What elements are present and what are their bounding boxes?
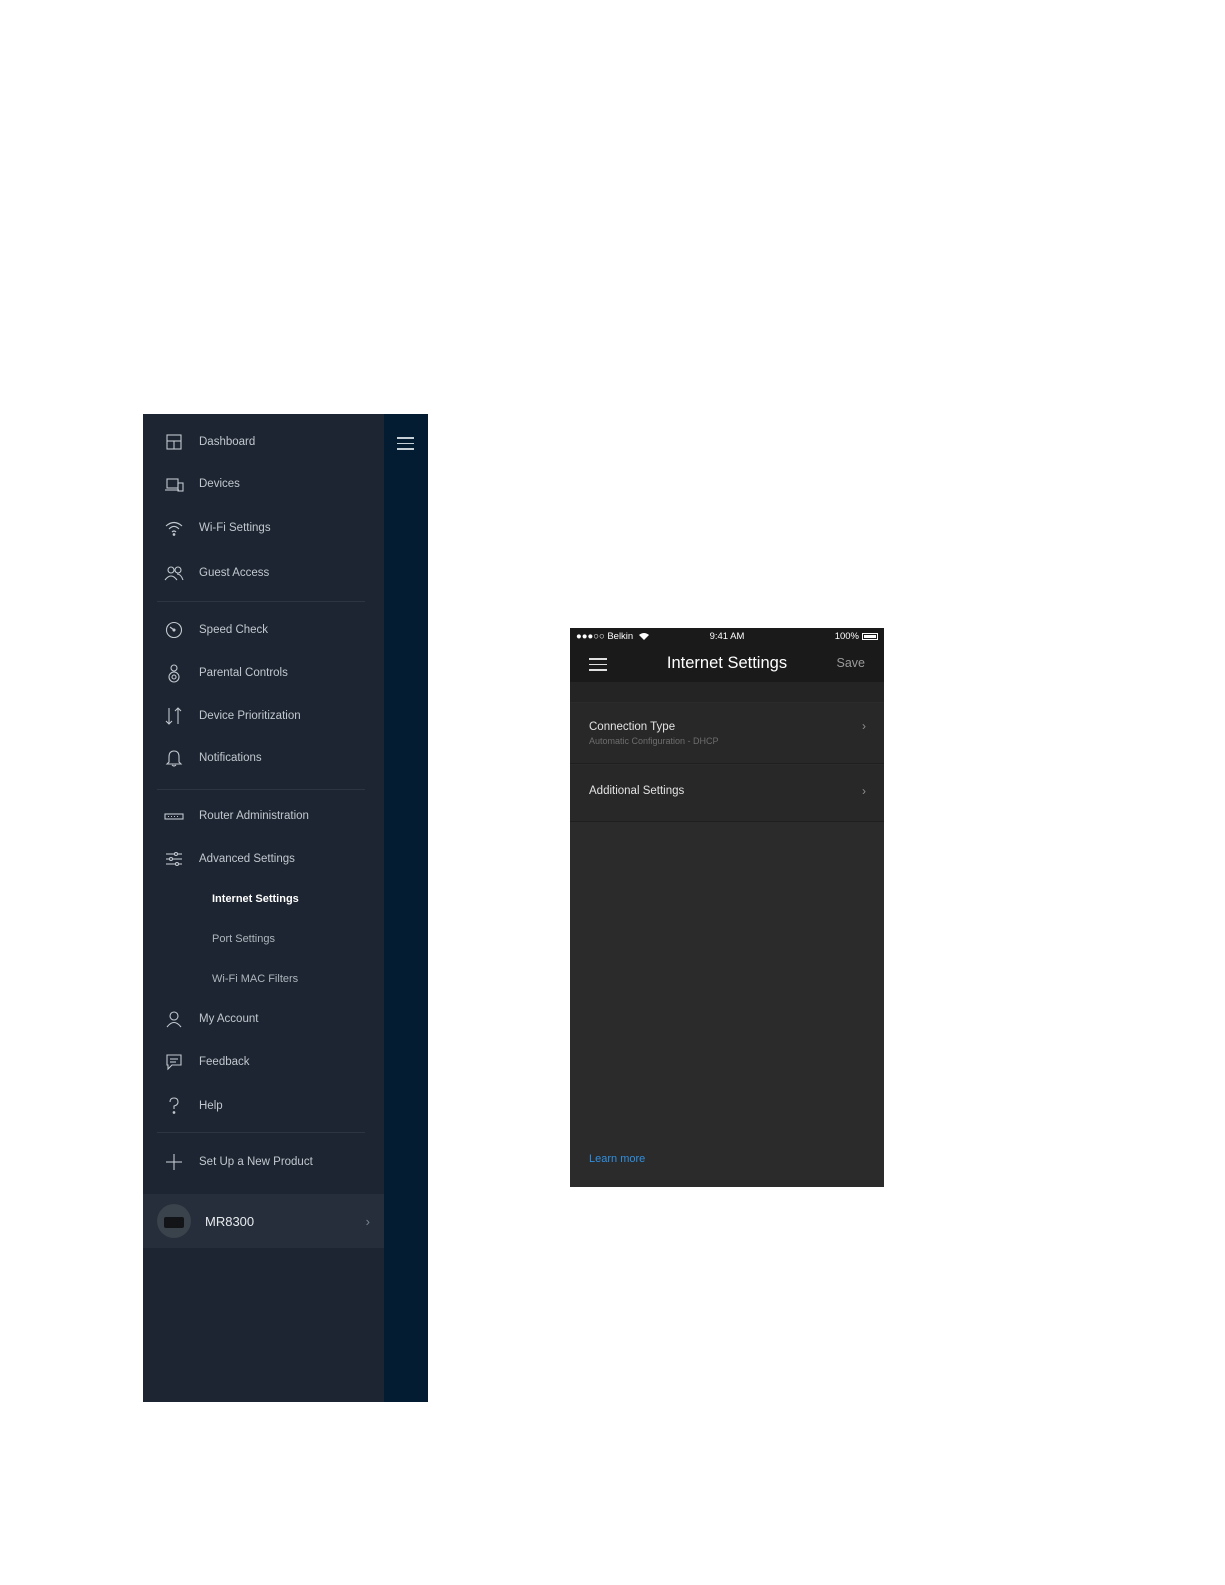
nav-item-my-account[interactable]: My Account: [143, 1002, 384, 1036]
nav-divider: [157, 789, 365, 790]
nav-item-devices[interactable]: Devices: [143, 467, 384, 501]
status-bar: ●●●○○ Belkin 9:41 AM 100%: [570, 628, 884, 646]
hamburger-menu-icon[interactable]: [397, 437, 414, 450]
nav-divider: [157, 1132, 365, 1133]
nav-item-label: Advanced Settings: [199, 853, 295, 865]
guest-access-icon: [164, 563, 184, 583]
dashboard-icon: [164, 432, 184, 452]
nav-item-label: Feedback: [199, 1056, 250, 1068]
nav-item-parental-controls[interactable]: Parental Controls: [143, 656, 384, 690]
nav-subitem-wifi-mac-filters[interactable]: Wi-Fi MAC Filters: [143, 962, 384, 996]
nav-item-label: Devices: [199, 478, 240, 490]
row-title: Additional Settings: [589, 785, 685, 797]
nav-item-set-up-new-product[interactable]: Set Up a New Product: [143, 1145, 384, 1179]
nav-item-wifi-settings[interactable]: Wi-Fi Settings: [143, 511, 384, 545]
nav-item-notifications[interactable]: Notifications: [143, 741, 384, 775]
router-icon: [164, 806, 184, 826]
nav-item-dashboard[interactable]: Dashboard: [143, 425, 384, 459]
nav-item-label: Wi-Fi Settings: [199, 522, 271, 534]
nav-item-help[interactable]: Help: [143, 1089, 384, 1123]
nav-item-label: Dashboard: [199, 436, 256, 448]
nav-item-label: Speed Check: [199, 624, 269, 636]
nav-item-label: Help: [199, 1100, 223, 1112]
help-question-icon: [164, 1096, 184, 1116]
parental-controls-icon: [164, 663, 184, 683]
nav-subitem-label: Internet Settings: [212, 893, 299, 905]
account-person-icon: [164, 1009, 184, 1029]
additional-settings-row[interactable]: Additional Settings ›: [570, 765, 884, 822]
nav-subitem-internet-settings[interactable]: Internet Settings: [143, 882, 384, 916]
nav-item-speed-check[interactable]: Speed Check: [143, 613, 384, 647]
sliders-icon: [164, 849, 184, 869]
nav-item-label: Device Prioritization: [199, 710, 301, 722]
chevron-right-icon: ›: [365, 1213, 370, 1229]
chevron-right-icon: ›: [862, 784, 866, 798]
row-subtitle: Automatic Configuration - DHCP: [589, 736, 719, 746]
nav-item-label: Guest Access: [199, 567, 270, 579]
navigation-drawer-screenshot: Dashboard Devices Wi-Fi Settings Guest A…: [143, 414, 428, 1402]
plus-icon: [164, 1152, 184, 1172]
speed-check-icon: [164, 620, 184, 640]
nav-item-label: Notifications: [199, 752, 262, 764]
device-prioritization-icon: [164, 706, 184, 726]
phone-internet-settings-screen: ●●●○○ Belkin 9:41 AM 100% Internet Setti…: [570, 628, 884, 1187]
nav-item-advanced-settings[interactable]: Advanced Settings: [143, 842, 384, 876]
nav-subitem-label: Port Settings: [212, 933, 275, 945]
device-selector-mr8300[interactable]: MR8300 ›: [143, 1194, 384, 1248]
devices-icon: [164, 474, 184, 494]
wifi-icon: [164, 518, 184, 538]
device-name: MR8300: [205, 1213, 255, 1229]
status-battery: 100%: [835, 631, 878, 642]
battery-icon: [862, 633, 878, 640]
nav-item-label: Router Administration: [199, 810, 309, 822]
nav-item-label: Parental Controls: [199, 667, 288, 679]
nav-subitem-port-settings[interactable]: Port Settings: [143, 922, 384, 956]
connection-type-row[interactable]: Connection Type Automatic Configuration …: [570, 703, 884, 764]
collapsed-nav-strip: [384, 414, 428, 1402]
nav-divider: [157, 601, 365, 602]
nav-item-label: My Account: [199, 1013, 259, 1025]
chevron-right-icon: ›: [862, 719, 866, 733]
app-header: Internet Settings Save: [570, 646, 884, 682]
device-avatar: [157, 1204, 191, 1238]
feedback-chat-icon: [164, 1052, 184, 1072]
nav-item-feedback[interactable]: Feedback: [143, 1045, 384, 1079]
notifications-bell-icon: [164, 748, 184, 768]
nav-item-label: Set Up a New Product: [199, 1156, 313, 1168]
nav-item-device-prioritization[interactable]: Device Prioritization: [143, 699, 384, 733]
learn-more-link[interactable]: Learn more: [589, 1153, 645, 1165]
nav-subitem-label: Wi-Fi MAC Filters: [212, 973, 299, 985]
save-button[interactable]: Save: [837, 656, 866, 670]
row-title: Connection Type: [589, 721, 676, 733]
section-spacer: [570, 682, 884, 702]
nav-item-guest-access[interactable]: Guest Access: [143, 556, 384, 590]
nav-item-router-administration[interactable]: Router Administration: [143, 799, 384, 833]
